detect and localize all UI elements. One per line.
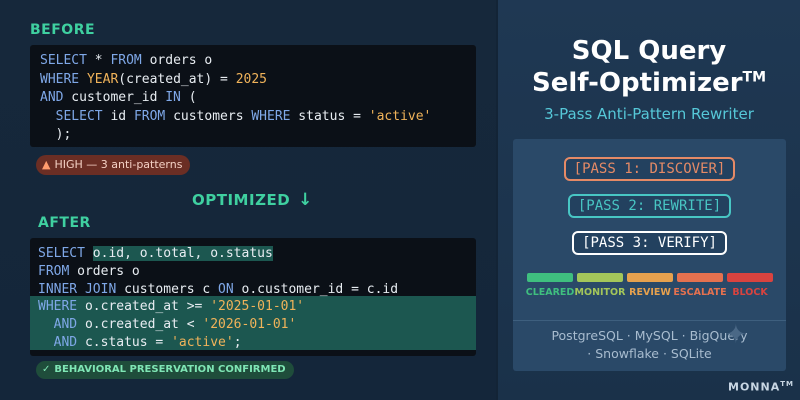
code-line: AND o.created_at < '2026-01-01'	[38, 316, 297, 334]
code-line: SELECT o.id, o.total, o.status	[38, 245, 273, 263]
code-line: AND customer_id IN (	[40, 89, 197, 107]
code-token: INNER JOIN	[38, 281, 117, 297]
code-token: '2026-01-01'	[202, 317, 297, 333]
code-token: WHERE	[40, 71, 80, 87]
code-token: WHERE	[38, 299, 78, 315]
warning-icon: ▲	[42, 158, 51, 171]
pass-2-box: [PASS 2: REWRITE]	[513, 194, 786, 218]
code-token: AND	[53, 317, 78, 333]
code-token: FROM	[38, 263, 70, 279]
code-token: o.id, o.total, o.status	[92, 246, 273, 261]
code-token: status =	[290, 108, 369, 124]
code-line: SELECT id FROM customers WHERE status = …	[40, 108, 432, 126]
severity-scale: CLEARED MONITOR REVIEW ESCALATE BLOCK	[526, 273, 773, 303]
scale-segment-review	[627, 273, 673, 282]
scale-segment-cleared	[527, 273, 573, 282]
code-line: SELECT * FROM orders o	[40, 52, 212, 70]
scale-segment-escalate	[677, 273, 723, 282]
pipeline-card: [PASS 1: DISCOVER] [PASS 2: REWRITE] [PA…	[513, 139, 786, 371]
after-code-block: SELECT o.id, o.total, o.status FROM order…	[30, 238, 476, 356]
title-line-2: Self-OptimizerTM	[498, 68, 800, 98]
pass-1-box: [PASS 1: DISCOVER]	[513, 157, 786, 181]
title-line-2-text: Self-Optimizer	[531, 68, 743, 98]
code-token: '2025-01-01'	[210, 299, 305, 315]
pass-1-label: [PASS 1: DISCOVER]	[563, 157, 736, 181]
code-token: customer_id	[63, 90, 166, 105]
code-token: AND	[40, 90, 64, 105]
code-token: (created_at) =	[118, 71, 236, 87]
code-token: WHERE	[251, 108, 291, 124]
code-token: *	[86, 53, 111, 68]
code-token: (	[180, 90, 197, 105]
code-token: orders o	[69, 263, 140, 279]
code-token: AND	[53, 335, 78, 350]
brand-logo: MONNATM	[728, 380, 794, 394]
code-line: FROM orders o	[38, 263, 140, 281]
preservation-badge-text: BEHAVIORAL PRESERVATION CONFIRMED	[54, 364, 286, 375]
pass-3-label: [PASS 3: VERIFY]	[572, 231, 727, 255]
code-token: customers	[165, 108, 252, 124]
pass-2-label: [PASS 2: REWRITE]	[567, 194, 732, 218]
arrow-down-icon: ↓	[298, 190, 313, 210]
code-token: orders o	[141, 53, 213, 68]
code-token: FROM	[133, 108, 166, 124]
code-token: SELECT	[55, 108, 103, 124]
code-token: c.status =	[77, 335, 172, 350]
code-line: WHERE o.created_at >= '2025-01-01'	[38, 298, 304, 316]
brand-trademark: TM	[780, 380, 794, 388]
before-label: BEFORE	[30, 22, 96, 38]
code-token: customers c	[116, 281, 219, 297]
code-token: id	[102, 108, 134, 124]
title-trademark: TM	[742, 69, 767, 86]
code-token: o.created_at >=	[77, 299, 211, 315]
preservation-badge: ✓ BEHAVIORAL PRESERVATION CONFIRMED	[36, 361, 294, 379]
code-token: FROM	[110, 53, 142, 68]
title-line-1: SQL Query	[571, 36, 727, 66]
code-token: 2025	[235, 71, 267, 87]
code-token: o.customer_id = c.id	[233, 281, 399, 297]
code-token: YEAR	[86, 71, 119, 87]
code-token: ;	[233, 335, 242, 350]
sparkle-icon: ✦	[725, 320, 747, 350]
scale-segment-monitor	[577, 273, 623, 282]
brand-name: MONNA	[728, 380, 781, 394]
subtitle: 3-Pass Anti-Pattern Rewriter	[544, 105, 754, 123]
after-label: AFTER	[38, 215, 91, 231]
code-line: INNER JOIN customers c ON o.customer_id …	[38, 281, 398, 299]
code-token: SELECT	[40, 53, 87, 68]
code-token: );	[40, 127, 72, 142]
pass-3-box: [PASS 3: VERIFY]	[513, 231, 786, 255]
severity-badge-text: HIGH — 3 anti-patterns	[54, 158, 183, 171]
code-token: 'active'	[171, 335, 234, 350]
code-line: WHERE YEAR(created_at) = 2025	[40, 71, 267, 89]
optimized-label: OPTIMIZED	[192, 191, 291, 209]
severity-badge: ▲ HIGH — 3 anti-patterns	[36, 155, 191, 175]
code-token: IN	[165, 90, 181, 105]
code-token: o.created_at <	[77, 317, 203, 333]
before-code-block: SELECT * FROM orders o WHERE YEAR(created…	[30, 45, 476, 147]
code-token: SELECT	[38, 246, 85, 261]
scale-segment-block	[727, 273, 773, 282]
scale-label-block: BLOCK	[732, 287, 768, 298]
code-line: AND c.status = 'active';	[38, 334, 242, 352]
check-icon: ✓	[42, 364, 51, 375]
code-token: ON	[218, 281, 234, 297]
optimized-label-group: OPTIMIZED ↓	[192, 190, 313, 210]
code-token: 'active'	[368, 108, 432, 124]
code-line: );	[40, 126, 72, 144]
